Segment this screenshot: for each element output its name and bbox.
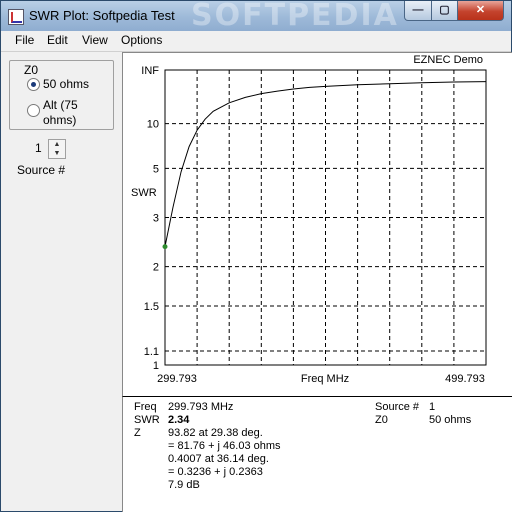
z0-group-label: Z0 <box>22 63 41 77</box>
swr-value: 2.34 <box>168 414 190 426</box>
z-label: Z <box>134 427 141 439</box>
swr-chart: INF105321.51.11 EZNEC Demo SWR Freq MHz … <box>131 54 487 385</box>
menu-file[interactable]: File <box>15 33 34 47</box>
swr-label: SWR <box>134 414 160 426</box>
x-tick-label-max: 499.793 <box>445 373 485 385</box>
frequency-marker[interactable] <box>162 244 168 250</box>
y-tick-label: 1 <box>153 360 159 372</box>
spin-down-icon[interactable]: ▼ <box>49 149 65 158</box>
y-tick-label: 10 <box>147 119 159 131</box>
app-icon <box>8 9 24 25</box>
swr-plot-panel: INF 10 5 3 2 1.5 1.1 1 EZNEC Demo SWR Freq MHz … <box>122 52 512 397</box>
y-tick-labels: INF 10 5 3 2 1.5 1.1 1 <box>141 65 159 372</box>
maximize-button[interactable]: ▢ <box>431 1 458 21</box>
y-tick-label: INF <box>141 65 159 77</box>
radio-50-ohms[interactable] <box>27 78 40 91</box>
y-tick-label: 2 <box>153 262 159 274</box>
title-bar[interactable]: SWR Plot: Softpedia Test SOFTPEDIA — ▢ ✕ <box>1 0 511 33</box>
client-area: Z0 50 ohms Alt (75 ohms) 1 ▲ ▼ Source # … <box>1 52 512 512</box>
refl-polar: 0.4007 at 36.14 deg. <box>168 453 269 465</box>
freq-label: Freq <box>134 401 157 413</box>
source-number-spinner[interactable]: ▲ ▼ <box>48 139 66 159</box>
z-polar: 93.82 at 29.38 deg. <box>168 427 263 439</box>
return-loss: 7.9 dB <box>168 479 200 491</box>
readout-source-label: Source # <box>375 401 420 413</box>
swr-plot-window: SWR Plot: Softpedia Test SOFTPEDIA — ▢ ✕… <box>0 0 512 512</box>
menu-edit[interactable]: Edit <box>47 33 68 47</box>
refl-rect: = 0.3236 + j 0.2363 <box>168 466 263 478</box>
chart-title: EZNEC Demo <box>413 54 483 66</box>
close-button[interactable]: ✕ <box>457 1 504 21</box>
y-axis-label: SWR <box>131 187 157 199</box>
radio-50-ohms-label[interactable]: 50 ohms <box>43 77 89 92</box>
minimize-button[interactable]: — <box>404 1 432 21</box>
y-tick-label: 5 <box>153 163 159 175</box>
radio-alt-75-ohms[interactable] <box>27 104 40 117</box>
source-number-label: Source # <box>17 163 66 177</box>
window-title: SWR Plot: Softpedia Test <box>29 8 175 23</box>
menu-options[interactable]: Options <box>121 33 162 47</box>
y-tick-label: 3 <box>153 213 159 225</box>
readout-z0-value: 50 ohms <box>429 414 472 426</box>
x-axis-label: Freq MHz <box>301 373 349 385</box>
y-tick-label: 1.1 <box>144 346 159 358</box>
radio-alt-75-ohms-label[interactable]: Alt (75 ohms) <box>43 98 103 128</box>
menu-bar: File Edit View Options <box>1 31 511 52</box>
menu-view[interactable]: View <box>82 33 108 47</box>
readout-source-value: 1 <box>429 401 436 413</box>
readout-panel: Freq 299.793 MHz SWR 2.34 Z 93.82 at 29.… <box>122 396 512 512</box>
source-number-value[interactable]: 1 <box>35 141 42 155</box>
z-rect: = 81.76 + j 46.03 ohms <box>168 440 281 452</box>
freq-value: 299.793 MHz <box>168 401 234 413</box>
y-tick-label: 1.5 <box>144 301 159 313</box>
readout-z0-label: Z0 <box>375 414 388 426</box>
z0-group: Z0 50 ohms Alt (75 ohms) <box>9 60 114 130</box>
watermark: SOFTPEDIA <box>191 0 399 33</box>
x-tick-label-min: 299.793 <box>157 373 197 385</box>
spin-up-icon[interactable]: ▲ <box>49 140 65 149</box>
